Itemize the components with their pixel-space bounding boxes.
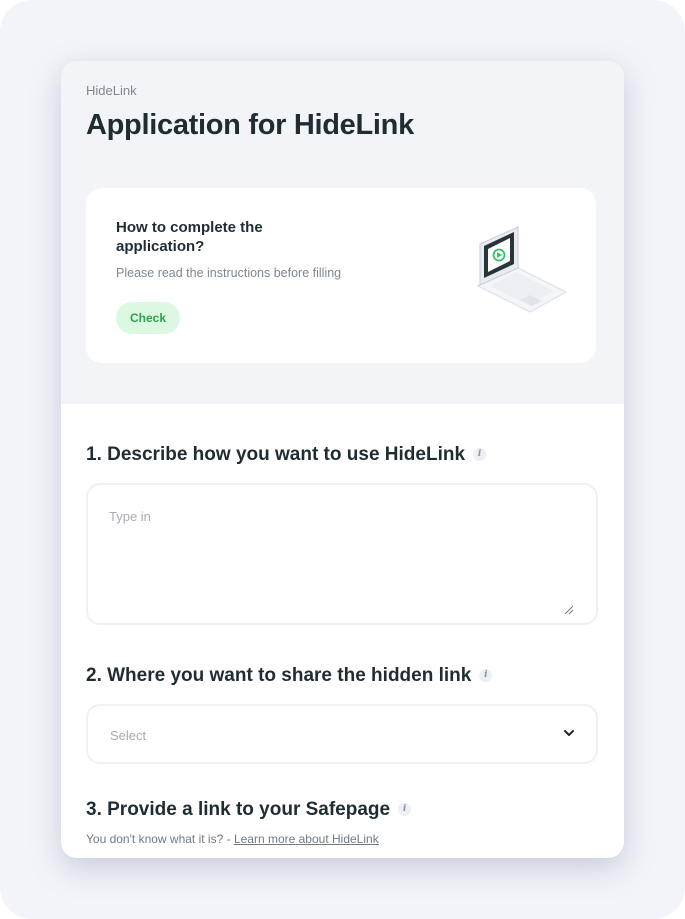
instructions-title: How to complete the application? xyxy=(116,219,263,255)
page-background: HideLink Application for HideLink How to… xyxy=(0,0,685,919)
question-1-label: 1. Describe how you want to use HideLink xyxy=(86,444,466,465)
brand-label: HideLink xyxy=(86,83,137,98)
learn-more-link[interactable]: Learn more about HideLink xyxy=(234,832,379,846)
question-2-label: 2. Where you want to share the hidden li… xyxy=(86,665,472,686)
application-card: HideLink Application for HideLink How to… xyxy=(61,61,624,858)
card-header-section: HideLink Application for HideLink How to… xyxy=(61,61,624,404)
check-button[interactable]: Check xyxy=(116,302,180,334)
hint-text: You don't know what it is? - xyxy=(86,832,234,846)
safepage-hint: You don't know what it is? - Learn more … xyxy=(86,832,379,846)
question-2: 2. Where you want to share the hidden li… xyxy=(86,665,493,687)
page-title: Application for HideLink xyxy=(86,109,414,141)
question-3-label: 3. Provide a link to your Safepage xyxy=(86,799,391,820)
resize-handle-icon[interactable] xyxy=(564,605,574,615)
share-location-select[interactable]: Select xyxy=(86,704,598,764)
info-icon[interactable]: i xyxy=(398,803,412,817)
laptop-illustration xyxy=(476,226,568,313)
usage-description-input[interactable] xyxy=(88,485,596,623)
usage-description-field xyxy=(86,483,598,625)
question-3: 3. Provide a link to your Safepage i xyxy=(86,799,412,821)
question-1: 1. Describe how you want to use HideLink… xyxy=(86,444,487,466)
info-icon[interactable]: i xyxy=(473,448,487,462)
info-icon[interactable]: i xyxy=(479,669,493,683)
instructions-panel: How to complete the application? Please … xyxy=(86,188,596,363)
instructions-subtitle: Please read the instructions before fill… xyxy=(116,266,342,280)
select-value: Select xyxy=(110,728,147,743)
chevron-down-icon xyxy=(564,730,574,736)
